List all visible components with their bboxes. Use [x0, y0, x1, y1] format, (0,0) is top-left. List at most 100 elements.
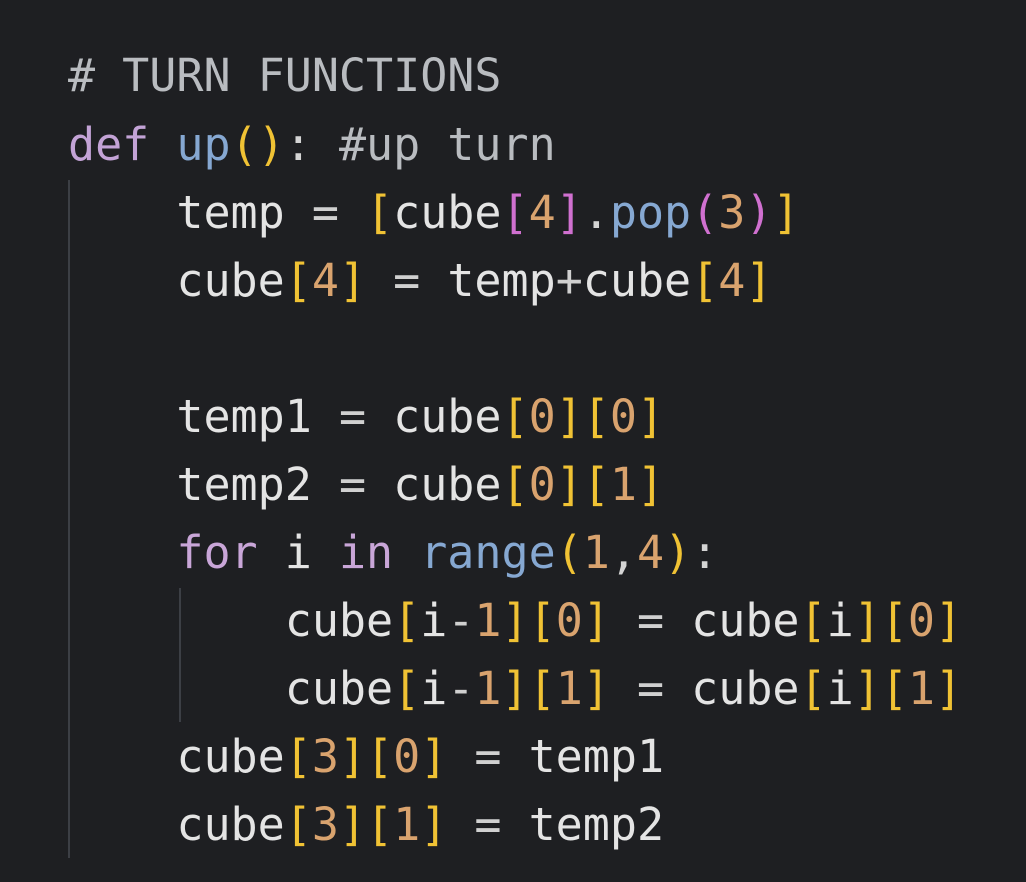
bracket: ]: [555, 186, 583, 239]
identifier: i: [826, 662, 854, 715]
bracket: ]: [338, 798, 367, 851]
code-editor[interactable]: # TURN FUNCTIONS def up(): #up turn temp…: [0, 0, 1026, 882]
identifier: cube: [691, 594, 800, 647]
bracket: ]: [935, 662, 963, 715]
paren-close: ): [257, 118, 285, 171]
paren-open: (: [691, 186, 719, 239]
number: 4: [718, 254, 746, 307]
number: 1: [474, 662, 502, 715]
bracket: ]: [582, 594, 610, 647]
identifier: cube: [176, 798, 285, 851]
paren-open: (: [230, 118, 258, 171]
code-line-11: cube[3][0] = temp1: [68, 723, 664, 791]
bracket: [: [799, 594, 827, 647]
bracket: ]: [338, 730, 367, 783]
identifier: cube: [393, 458, 502, 511]
number: 3: [718, 186, 746, 239]
number: 4: [636, 526, 665, 579]
number: 3: [311, 798, 339, 851]
code-line-3: temp = [cube[4].pop(3)]: [68, 179, 800, 247]
identifier: cube: [284, 662, 394, 715]
bracket: ]: [338, 254, 367, 307]
code-line-4: cube[4] = temp+cube[4]: [68, 247, 772, 315]
bracket: ]: [636, 458, 665, 511]
method-name: pop: [609, 186, 692, 239]
identifier: cube: [691, 662, 800, 715]
identifier: temp1: [528, 730, 665, 783]
bracket: [: [284, 798, 312, 851]
number: 1: [393, 798, 421, 851]
bracket: ]: [555, 390, 583, 443]
identifier: cube: [582, 254, 692, 307]
operator: -: [447, 662, 475, 715]
bracket: ]: [853, 662, 881, 715]
number: 0: [907, 594, 935, 647]
identifier: i: [420, 594, 448, 647]
bracket: [: [582, 458, 610, 511]
bracket: ]: [853, 594, 881, 647]
operator: =: [393, 254, 421, 307]
function-name: range: [420, 526, 556, 579]
bracket: [: [799, 662, 827, 715]
code-line-12: cube[3][1] = temp2: [68, 791, 664, 859]
function-name: up: [176, 118, 231, 171]
code-line-10: cube[i-1][1] = cube[i][1]: [68, 655, 962, 723]
keyword-def: def: [68, 118, 150, 171]
identifier: temp: [447, 254, 556, 307]
bracket: [: [284, 254, 312, 307]
identifier: i: [284, 526, 312, 579]
code-line-8: for i in range(1,4):: [68, 519, 718, 587]
number: 1: [474, 594, 502, 647]
code-line-6: temp1 = cube[0][0]: [68, 383, 664, 451]
operator: =: [636, 594, 665, 647]
paren-close: ): [745, 186, 773, 239]
identifier: temp: [176, 186, 285, 239]
bracket: ]: [501, 594, 529, 647]
number: 1: [582, 526, 610, 579]
bracket: ]: [745, 254, 773, 307]
number: 1: [907, 662, 935, 715]
keyword-for: for: [176, 526, 258, 579]
dot: .: [582, 186, 610, 239]
bracket: ]: [582, 662, 610, 715]
operator: =: [338, 390, 367, 443]
number: 0: [528, 390, 556, 443]
bracket: ]: [772, 186, 800, 239]
bracket: [: [528, 594, 556, 647]
bracket: [: [393, 594, 421, 647]
keyword-in: in: [338, 526, 394, 579]
bracket: [: [366, 798, 394, 851]
code-line-1: # TURN FUNCTIONS: [68, 42, 501, 110]
bracket: [: [880, 594, 908, 647]
number: 4: [311, 254, 339, 307]
code-line-9: cube[i-1][0] = cube[i][0]: [68, 587, 962, 655]
identifier: cube: [176, 730, 285, 783]
colon: :: [284, 118, 312, 171]
operator: =: [311, 186, 339, 239]
bracket: [: [691, 254, 719, 307]
bracket: [: [366, 730, 394, 783]
paren-close: ): [664, 526, 692, 579]
bracket: [: [366, 186, 394, 239]
number: 0: [393, 730, 421, 783]
operator: +: [555, 254, 583, 307]
bracket: [: [393, 662, 421, 715]
bracket: ]: [501, 662, 529, 715]
operator: -: [447, 594, 475, 647]
comment: #up turn: [338, 118, 556, 171]
bracket: [: [501, 186, 529, 239]
number: 0: [528, 458, 556, 511]
identifier: cube: [284, 594, 394, 647]
bracket: ]: [935, 594, 963, 647]
identifier: cube: [176, 254, 285, 307]
bracket: ]: [636, 390, 665, 443]
bracket: [: [582, 390, 610, 443]
identifier: cube: [393, 390, 502, 443]
bracket: [: [880, 662, 908, 715]
bracket: [: [501, 390, 529, 443]
identifier: cube: [393, 186, 502, 239]
identifier: i: [420, 662, 448, 715]
operator: =: [474, 730, 502, 783]
number: 3: [311, 730, 339, 783]
bracket: [: [528, 662, 556, 715]
